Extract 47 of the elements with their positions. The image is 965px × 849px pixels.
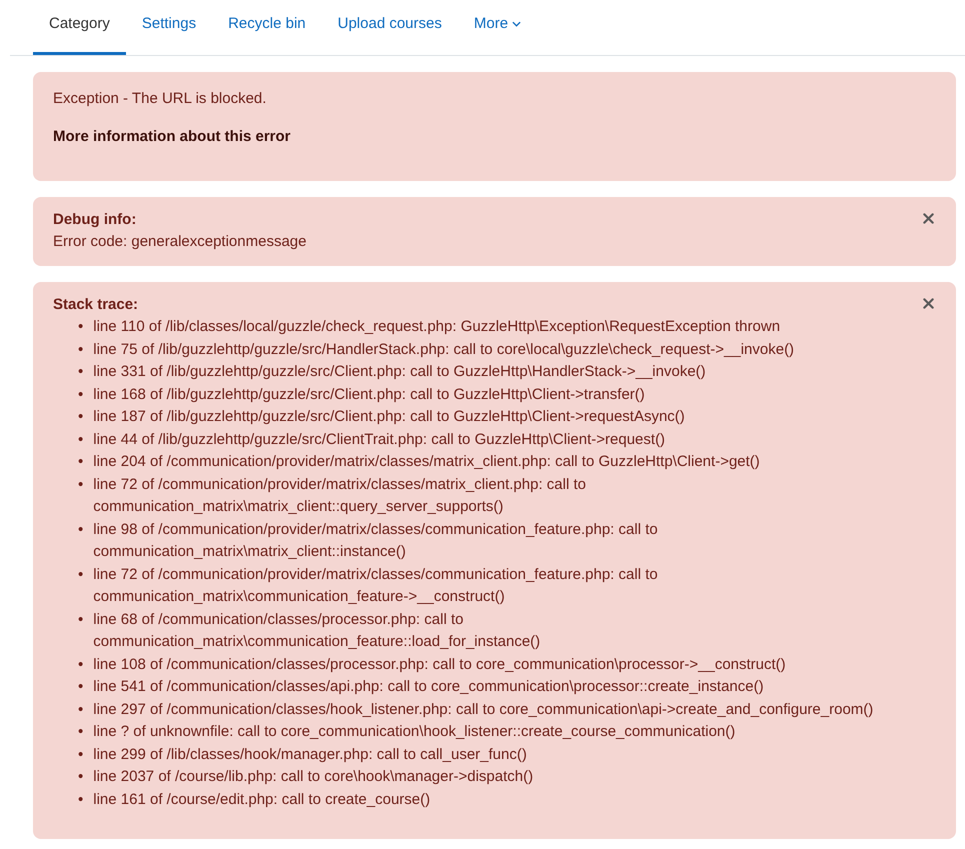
stack-trace-line: line 44 of /lib/guzzlehttp/guzzle/src/ClientTrait.php: call to GuzzleHttp\Client->request() bbox=[93, 430, 666, 450]
bullet: • bbox=[78, 767, 84, 787]
stack-trace-line: line ? of unknownfile: call to core_communication\hook_listener::create_course_communication() bbox=[93, 722, 736, 742]
more-info-link[interactable]: More information about this error bbox=[53, 128, 291, 145]
nav-tab[interactable]: Upload courses bbox=[322, 0, 458, 54]
bullet: • bbox=[78, 317, 84, 337]
nav-tab[interactable]: More bbox=[458, 0, 538, 54]
bullet: • bbox=[78, 362, 84, 382]
nav-tab[interactable]: Recycle bin bbox=[212, 0, 322, 54]
stack-trace-line: line 98 of /communication/provider/matrix/classes/communication_feature.php: call to communication_matrix\matrix_client::instance() bbox=[93, 520, 659, 562]
stack-trace-line: line 68 of /communication/classes/processor.php: call to communication_matrix\communication_feature::load_for_instance() bbox=[93, 610, 542, 652]
stack-trace-line: line 299 of /lib/classes/hook/manager.php: call to call_user_func() bbox=[93, 744, 528, 764]
nav-tab[interactable]: Settings bbox=[126, 0, 212, 54]
nav-tab[interactable]: Category bbox=[33, 0, 126, 54]
error-message: Exception - The URL is blocked. bbox=[53, 88, 268, 108]
bullet: • bbox=[78, 722, 84, 742]
stack-trace-line: line 72 of /communication/provider/matrix/classes/matrix_client.php: call to communication_matrix\matrix_client::query_server_supports() bbox=[93, 474, 587, 517]
stack-trace-line: line 2037 of /course/lib.php: call to core\hook\manager->dispatch() bbox=[93, 767, 534, 787]
stack-trace-line: line 75 of /lib/guzzlehttp/guzzle/src/HandlerStack.php: call to core\local\guzzle\check_request->__invoke() bbox=[93, 340, 796, 360]
bullet: • bbox=[78, 654, 84, 674]
stack-trace-line: line 110 of /lib/classes/local/guzzle/check_request.php: GuzzleHttp\Exception\RequestException thrown bbox=[93, 317, 782, 337]
error-code: Error code: generalexceptionmessage bbox=[53, 232, 308, 252]
bullet: • bbox=[78, 744, 84, 764]
stack-trace-line: line 72 of /communication/provider/matrix/classes/communication_feature.php: call to communication_matrix\communication_feature->__construct() bbox=[93, 564, 659, 607]
debug-title: Debug info: bbox=[53, 210, 138, 230]
bullet: • bbox=[78, 407, 84, 427]
stack-trace-line: line 108 of /communication/classes/processor.php: call to core_communication\processor->__construct() bbox=[93, 654, 787, 674]
chevron-down-icon bbox=[512, 21, 522, 28]
stack-trace-line: line 168 of /lib/guzzlehttp/guzzle/src/Client.php: call to GuzzleHttp\Client->transfer() bbox=[93, 384, 646, 404]
bullet: • bbox=[78, 677, 84, 697]
stack-trace-line: line 541 of /communication/classes/api.php: call to core_communication\processor::create_instance() bbox=[93, 677, 765, 697]
bullet: • bbox=[78, 520, 84, 540]
stack-trace-line: line 297 of /communication/classes/hook_listener.php: call to core_communication\api->create_and_configure_room() bbox=[93, 700, 874, 720]
stack-trace-title: Stack trace: bbox=[53, 294, 140, 314]
stack-trace-line: line 187 of /lib/guzzlehttp/guzzle/src/Client.php: call to GuzzleHttp\Client->requestAsync() bbox=[93, 407, 686, 427]
bullet: • bbox=[78, 610, 84, 630]
bullet: • bbox=[78, 452, 84, 472]
stack-trace-line: line 161 of /course/edit.php: call to create_course() bbox=[93, 790, 432, 810]
bullet: • bbox=[78, 430, 84, 450]
bullet: • bbox=[78, 790, 84, 810]
bullet: • bbox=[78, 564, 84, 584]
bullet: • bbox=[78, 474, 84, 494]
bullet: • bbox=[78, 340, 84, 360]
stack-trace-line: line 331 of /lib/guzzlehttp/guzzle/src/Client.php: call to GuzzleHttp\HandlerStack->__invoke() bbox=[93, 362, 707, 382]
bullet: • bbox=[78, 700, 84, 720]
bullet: • bbox=[78, 384, 84, 404]
stack-trace-line: line 204 of /communication/provider/matrix/classes/matrix_client.php: call to GuzzleHttp\Client->get() bbox=[93, 452, 761, 472]
